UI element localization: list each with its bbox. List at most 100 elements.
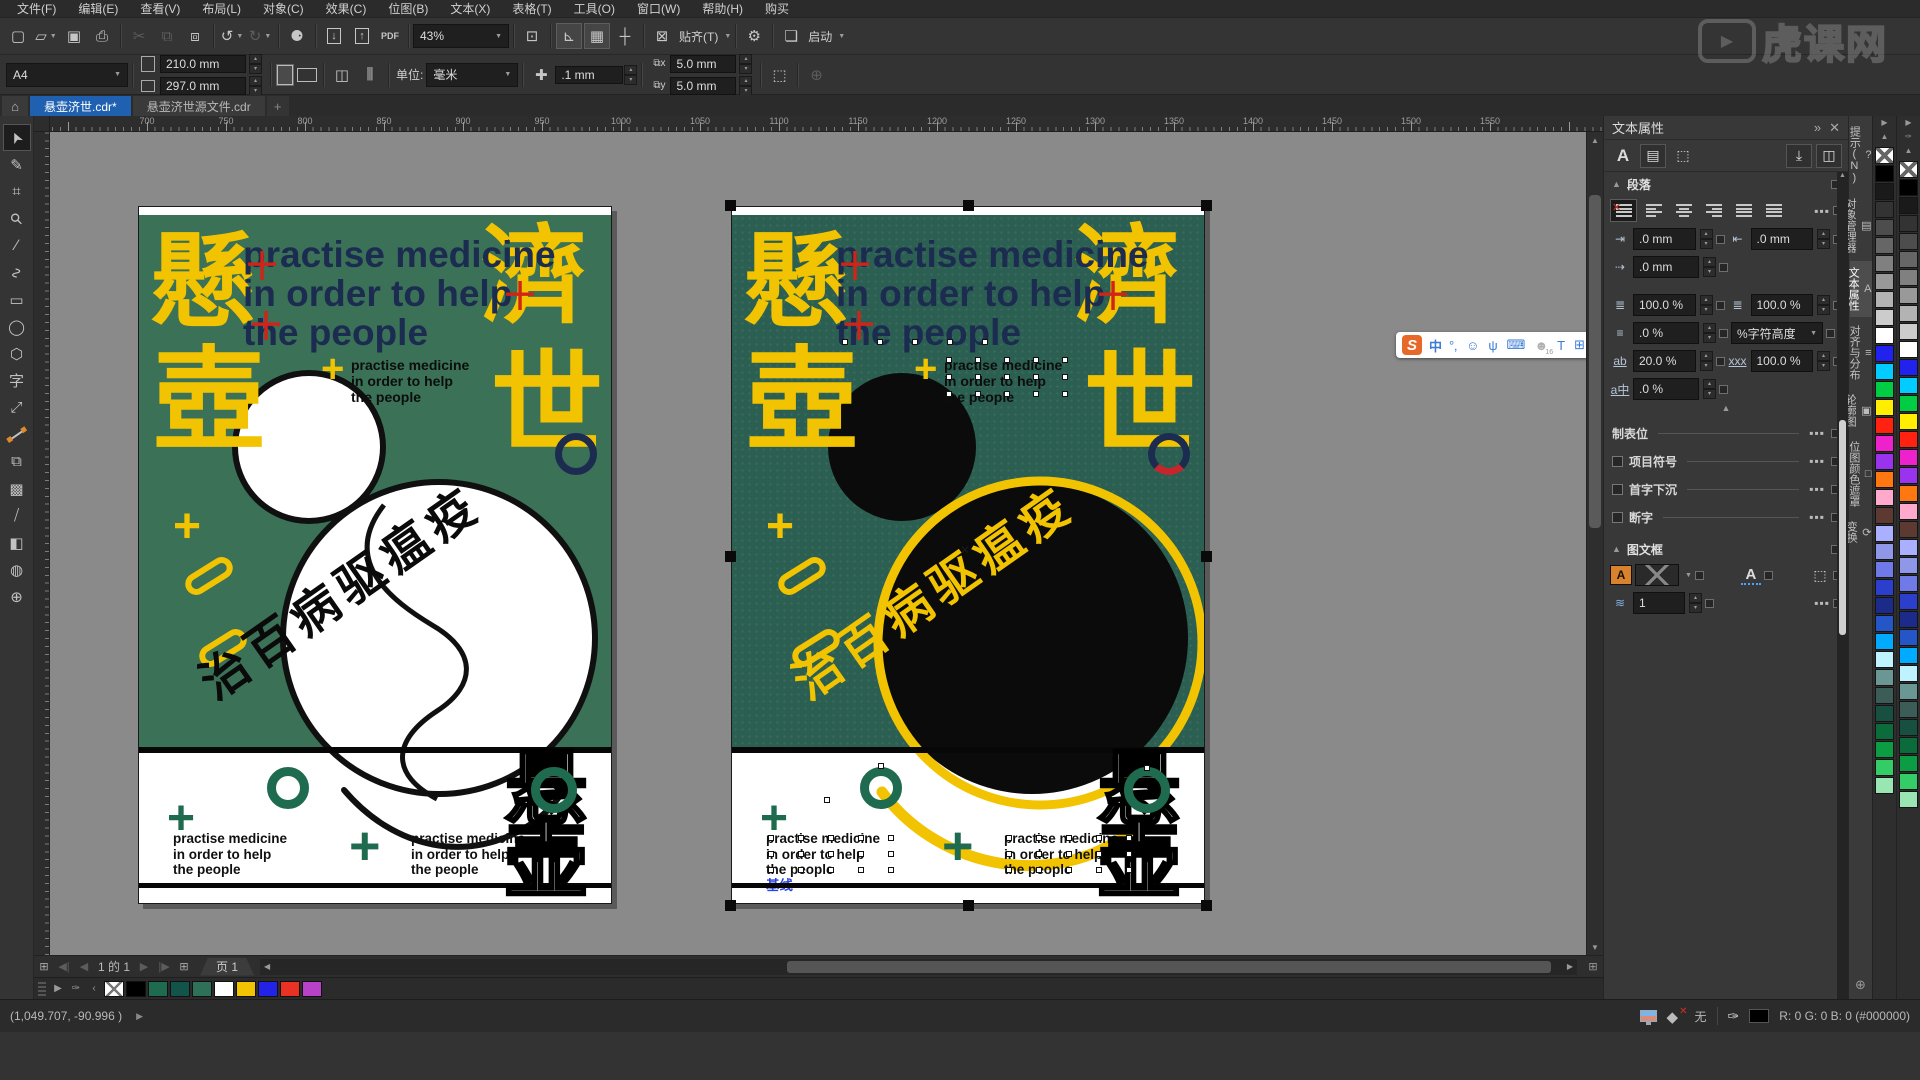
add-page-icon[interactable]: ⊞: [34, 960, 54, 973]
new-tab-icon[interactable]: +: [267, 96, 289, 116]
menu-item-4[interactable]: 对象(C): [252, 0, 315, 17]
collapse-section-icon[interactable]: ▲: [1604, 403, 1848, 419]
save-icon[interactable]: ▣: [61, 23, 87, 49]
palette-swatch-35[interactable]: [1899, 791, 1918, 808]
palette-swatch-27[interactable]: [1875, 633, 1894, 650]
duplicate-x-spinner[interactable]: ▴▾: [739, 54, 752, 74]
palette-swatch-16[interactable]: [1875, 435, 1894, 452]
units-select[interactable]: 毫米▼: [426, 63, 518, 87]
fill-icon[interactable]: ◆✕: [1667, 1008, 1685, 1024]
next-page-icon[interactable]: ▶: [134, 960, 154, 973]
palette-swatch-22[interactable]: [1875, 543, 1894, 560]
document-tab-1[interactable]: 悬壶济世源文件.cdr: [133, 96, 265, 116]
rulers-icon[interactable]: ⊾: [556, 23, 582, 49]
align-force-button[interactable]: [1760, 199, 1787, 222]
duplicate-y-field[interactable]: 5.0 mm: [670, 77, 736, 95]
palette-swatch-25[interactable]: [1899, 611, 1918, 628]
page-preset-select[interactable]: A4▼: [6, 63, 128, 87]
docker-tab-4[interactable]: ▣轮廓图: [1850, 388, 1872, 433]
palette-swatch-27[interactable]: [1899, 647, 1918, 664]
spinner[interactable]: ▴▾: [1817, 229, 1830, 249]
grid-icon[interactable]: ▦: [584, 23, 610, 49]
login-icon[interactable]: ☻16: [1534, 338, 1548, 353]
line-space-field[interactable]: .0 %: [1633, 322, 1699, 344]
menu-item-6[interactable]: 位图(B): [377, 0, 439, 17]
fit-text-frame-icon[interactable]: ⬚: [1810, 567, 1830, 584]
launch-dropdown[interactable]: 启动▼: [805, 28, 845, 45]
palette-swatch-5[interactable]: [1875, 237, 1894, 254]
palette-swatch-35[interactable]: [1875, 777, 1894, 794]
menu-item-0[interactable]: 文件(F): [6, 0, 67, 17]
doc-swatch-7[interactable]: [258, 981, 278, 997]
snap-off-icon[interactable]: ⊠: [649, 23, 675, 49]
navigator-icon[interactable]: ⊞: [1583, 960, 1603, 973]
edit-node[interactable]: [828, 851, 834, 857]
palette-swatch-13[interactable]: [1875, 381, 1894, 398]
import-properties-icon[interactable]: ⤓: [1786, 144, 1812, 168]
sogou-logo[interactable]: S: [1402, 335, 1422, 355]
edit-node[interactable]: [1062, 374, 1068, 380]
docker-tab-2[interactable]: A文本属性: [1850, 261, 1872, 317]
page-height-field[interactable]: 297.0 mm: [160, 77, 246, 95]
voice-icon[interactable]: ψ: [1488, 338, 1497, 353]
document-tab-0[interactable]: 悬壶济世.cdr*: [30, 96, 131, 116]
collapse-icon[interactable]: ▲: [1612, 544, 1621, 554]
palette-swatch-20[interactable]: [1875, 507, 1894, 524]
all-pages-icon[interactable]: ⫼: [357, 62, 383, 88]
edit-node[interactable]: [1033, 357, 1039, 363]
dropcap-more-icon[interactable]: ▪▪▪: [1809, 482, 1825, 496]
palette-swatch-7[interactable]: [1899, 287, 1918, 304]
export-icon[interactable]: ↑: [349, 23, 375, 49]
edit-node[interactable]: [1006, 867, 1012, 873]
selection-handle[interactable]: [725, 900, 736, 911]
align-baseline-grid-icon[interactable]: A: [1741, 566, 1761, 585]
selection-handle[interactable]: [963, 900, 974, 911]
frame-background-select[interactable]: [1635, 564, 1679, 586]
smart-fill-tool[interactable]: ◍: [3, 556, 31, 583]
edit-node[interactable]: [1096, 851, 1102, 857]
edit-node[interactable]: [912, 339, 918, 345]
edit-node[interactable]: [975, 357, 981, 363]
palette-swatch-14[interactable]: [1875, 399, 1894, 416]
page-width-spinner[interactable]: ▴▾: [249, 54, 262, 74]
checkbox[interactable]: [1716, 301, 1725, 310]
palette-swatch-28[interactable]: [1875, 651, 1894, 668]
palette-swatch-30[interactable]: [1875, 687, 1894, 704]
edit-node[interactable]: [1126, 851, 1132, 857]
new-document-icon[interactable]: ▢: [5, 23, 31, 49]
align-full-button[interactable]: [1730, 199, 1757, 222]
paste-icon[interactable]: ⧈: [182, 23, 208, 49]
doc-palette-eyedropper-icon[interactable]: ✑: [68, 983, 84, 994]
drop-shadow-tool[interactable]: ⧉: [3, 448, 31, 475]
edit-node[interactable]: [946, 374, 952, 380]
checkbox[interactable]: [1719, 263, 1728, 272]
doc-swatch-6[interactable]: [236, 981, 256, 997]
transparency-tool[interactable]: ▩: [3, 475, 31, 502]
edit-node[interactable]: [1066, 851, 1072, 857]
add-tool-button[interactable]: ⊕: [3, 583, 31, 610]
palette-flyout-icon[interactable]: ▶: [1881, 118, 1887, 132]
palette-swatch-34[interactable]: [1875, 759, 1894, 776]
palette-swatch-0[interactable]: [1875, 147, 1894, 164]
text-tool[interactable]: 字: [3, 367, 31, 394]
palette-swatch-4[interactable]: [1899, 233, 1918, 250]
palette-swatch-30[interactable]: [1899, 701, 1918, 718]
docker-tab-1[interactable]: ▤对象管理器: [1850, 192, 1872, 259]
edit-node[interactable]: [1004, 374, 1010, 380]
edit-node[interactable]: [1033, 391, 1039, 397]
prev-page-icon[interactable]: ◀: [74, 960, 94, 973]
page-tab[interactable]: 页 1: [200, 958, 254, 976]
current-page-icon[interactable]: ◫: [329, 62, 355, 88]
palette-swatch-24[interactable]: [1899, 593, 1918, 610]
palette-swatch-32[interactable]: [1875, 723, 1894, 740]
doc-swatch-8[interactable]: [280, 981, 300, 997]
spinner[interactable]: ▴▾: [1700, 351, 1713, 371]
palette-swatch-1[interactable]: [1899, 179, 1918, 196]
palette-scroll-up-icon[interactable]: ▲: [1881, 132, 1889, 146]
first-line-indent-field[interactable]: .0 mm: [1633, 256, 1699, 278]
vscroll-thumb[interactable]: [1589, 195, 1601, 527]
palette-swatch-26[interactable]: [1899, 629, 1918, 646]
edit-node[interactable]: [1066, 835, 1072, 841]
menu-item-2[interactable]: 查看(V): [129, 0, 191, 17]
expand-icon[interactable]: ▶: [136, 1011, 143, 1022]
